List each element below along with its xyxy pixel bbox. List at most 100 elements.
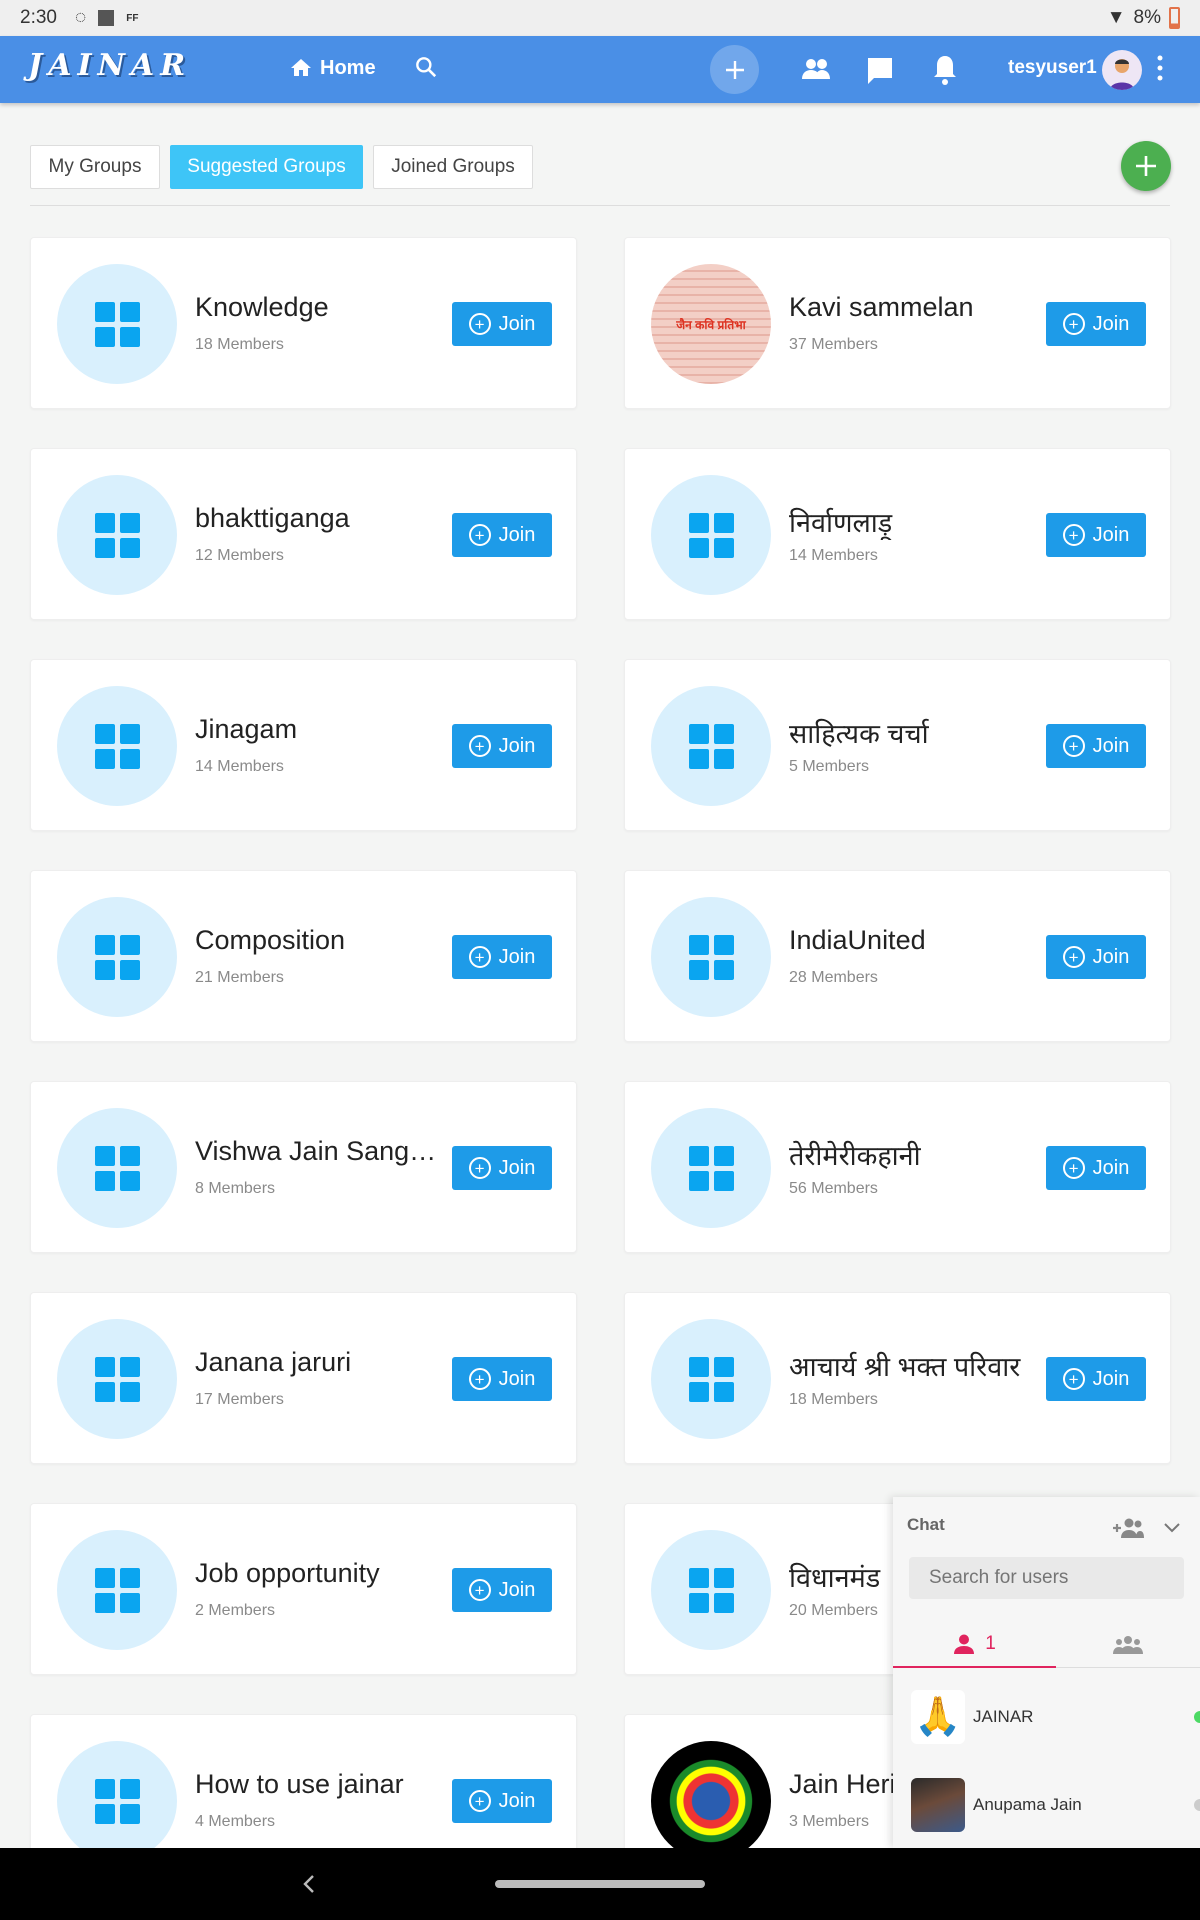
chat-user-name: JAINAR: [973, 1707, 1034, 1726]
group-name[interactable]: Kavi sammelan: [789, 292, 1039, 323]
join-button[interactable]: + Join: [452, 513, 552, 557]
group-name[interactable]: साहित्यक चर्चा: [789, 714, 1039, 751]
join-button[interactable]: + Join: [452, 1568, 552, 1612]
bell-icon[interactable]: [932, 54, 958, 86]
chat-user-jainar[interactable]: 🙏 JAINAR: [911, 1690, 1200, 1744]
join-button[interactable]: + Join: [1046, 724, 1146, 768]
more-menu-icon[interactable]: [1156, 54, 1164, 84]
grid-icon: [94, 934, 140, 980]
group-name[interactable]: How to use jainar: [195, 1769, 445, 1800]
chat-user-anupama[interactable]: Anupama Jain: [911, 1778, 1200, 1832]
back-icon[interactable]: [302, 1874, 316, 1894]
group-member-count: 20 Members: [789, 1602, 878, 1619]
group-name[interactable]: bhakttiganga: [195, 503, 445, 534]
group-card[interactable]: आचार्य श्री भक्त परिवार 18 Members + Join: [624, 1292, 1171, 1464]
messages-icon[interactable]: [866, 56, 894, 86]
join-button[interactable]: + Join: [452, 1357, 552, 1401]
user-avatar[interactable]: [1102, 50, 1142, 90]
tab-suggested-groups[interactable]: Suggested Groups: [170, 145, 363, 189]
join-button[interactable]: + Join: [1046, 302, 1146, 346]
group-card[interactable]: साहित्यक चर्चा 5 Members + Join: [624, 659, 1171, 831]
plus-icon: [1136, 156, 1156, 176]
group-member-count: 12 Members: [195, 547, 284, 564]
group-member-count: 5 Members: [789, 758, 870, 775]
home-icon: [291, 59, 311, 76]
wifi-icon: ▼: [1106, 7, 1126, 28]
group-name[interactable]: Janana jaruri: [195, 1347, 445, 1378]
group-card[interactable]: Knowledge 18 Members + Join: [30, 237, 577, 409]
group-card[interactable]: Janana jaruri 17 Members + Join: [30, 1292, 577, 1464]
group-avatar: [57, 686, 177, 806]
group-card[interactable]: तेरीमेरीकहानी 56 Members + Join: [624, 1081, 1171, 1253]
grid-icon: [94, 301, 140, 347]
join-button[interactable]: + Join: [1046, 513, 1146, 557]
add-group-chat-icon[interactable]: [1112, 1517, 1144, 1539]
group-name[interactable]: Composition: [195, 925, 445, 956]
join-label: Join: [498, 1367, 536, 1390]
group-card[interactable]: Composition 21 Members + Join: [30, 870, 577, 1042]
tab-my-groups[interactable]: My Groups: [30, 145, 160, 189]
user-photo-avatar: [911, 1778, 965, 1832]
join-button[interactable]: + Join: [452, 724, 552, 768]
create-group-button[interactable]: [1121, 141, 1171, 191]
status-bar: 2:30 ◌ FF ▼ 8%: [0, 0, 1200, 36]
join-button[interactable]: + Join: [1046, 935, 1146, 979]
group-card[interactable]: Jinagam 14 Members + Join: [30, 659, 577, 831]
group-member-count: 4 Members: [195, 1813, 276, 1830]
offline-status-dot: [1194, 1799, 1200, 1811]
plus-circle-icon: +: [468, 1790, 491, 1812]
logo[interactable]: JAINAR: [28, 48, 191, 83]
group-avatar: [57, 897, 177, 1017]
username[interactable]: tesyuser1: [1008, 57, 1097, 79]
group-name[interactable]: Job opportunity: [195, 1558, 445, 1589]
android-nav-bar: [0, 1848, 1200, 1920]
poster-text: जैन कवि प्रतिभा: [676, 317, 746, 332]
group-member-count: 2 Members: [195, 1602, 276, 1619]
chat-search-input[interactable]: [909, 1557, 1184, 1599]
group-avatar: [651, 897, 771, 1017]
grid-icon: [688, 1145, 734, 1191]
group-member-count: 21 Members: [195, 969, 284, 986]
group-card[interactable]: Job opportunity 2 Members + Join: [30, 1503, 577, 1675]
group-name[interactable]: आचार्य श्री भक्त परिवार: [789, 1347, 1039, 1384]
home-link[interactable]: Home: [288, 56, 376, 80]
group-name[interactable]: IndiaUnited: [789, 925, 1039, 956]
create-button[interactable]: [710, 45, 759, 94]
grid-icon: [94, 1145, 140, 1191]
plus-circle-icon: +: [1062, 735, 1085, 757]
group-card[interactable]: जैन कवि प्रतिभा Kavi sammelan 37 Members + J…: [624, 237, 1171, 409]
tab-groups-chat[interactable]: [1056, 1622, 1200, 1668]
join-button[interactable]: + Join: [1046, 1357, 1146, 1401]
join-button[interactable]: + Join: [452, 302, 552, 346]
group-card[interactable]: निर्वाणलाड़ू 14 Members + Join: [624, 448, 1171, 620]
notification-label: FF: [126, 12, 139, 24]
join-button[interactable]: + Join: [452, 1146, 552, 1190]
group-name[interactable]: निर्वाणलाड़ू: [789, 503, 1039, 540]
group-card[interactable]: Vishwa Jain Sangat… 8 Members + Join: [30, 1081, 577, 1253]
group-name[interactable]: तेरीमेरीकहानी: [789, 1136, 1039, 1173]
join-button[interactable]: + Join: [452, 1779, 552, 1823]
group-name[interactable]: Vishwa Jain Sangat…: [195, 1136, 445, 1167]
group-card[interactable]: bhakttiganga 12 Members + Join: [30, 448, 577, 620]
join-button[interactable]: + Join: [1046, 1146, 1146, 1190]
tab-online-users[interactable]: 1: [893, 1622, 1056, 1668]
join-label: Join: [498, 1789, 536, 1812]
friends-icon[interactable]: [801, 57, 831, 83]
group-avatar: [651, 1319, 771, 1439]
chevron-down-icon[interactable]: [1164, 1523, 1180, 1533]
online-count: 1: [985, 1633, 996, 1654]
search-icon[interactable]: [413, 53, 439, 81]
top-navbar: JAINAR Home tesyuser1: [0, 36, 1200, 103]
join-button[interactable]: + Join: [452, 935, 552, 979]
group-avatar: [57, 1108, 177, 1228]
group-card[interactable]: IndiaUnited 28 Members + Join: [624, 870, 1171, 1042]
grid-icon: [688, 1567, 734, 1613]
group-name[interactable]: Jinagam: [195, 714, 445, 745]
group-name[interactable]: Knowledge: [195, 292, 445, 323]
clock: 2:30: [20, 7, 57, 28]
tab-joined-groups[interactable]: Joined Groups: [373, 145, 533, 189]
group-avatar: [57, 1319, 177, 1439]
join-label: Join: [498, 945, 536, 968]
home-gesture-pill[interactable]: [495, 1880, 705, 1888]
group-avatar: [651, 1108, 771, 1228]
